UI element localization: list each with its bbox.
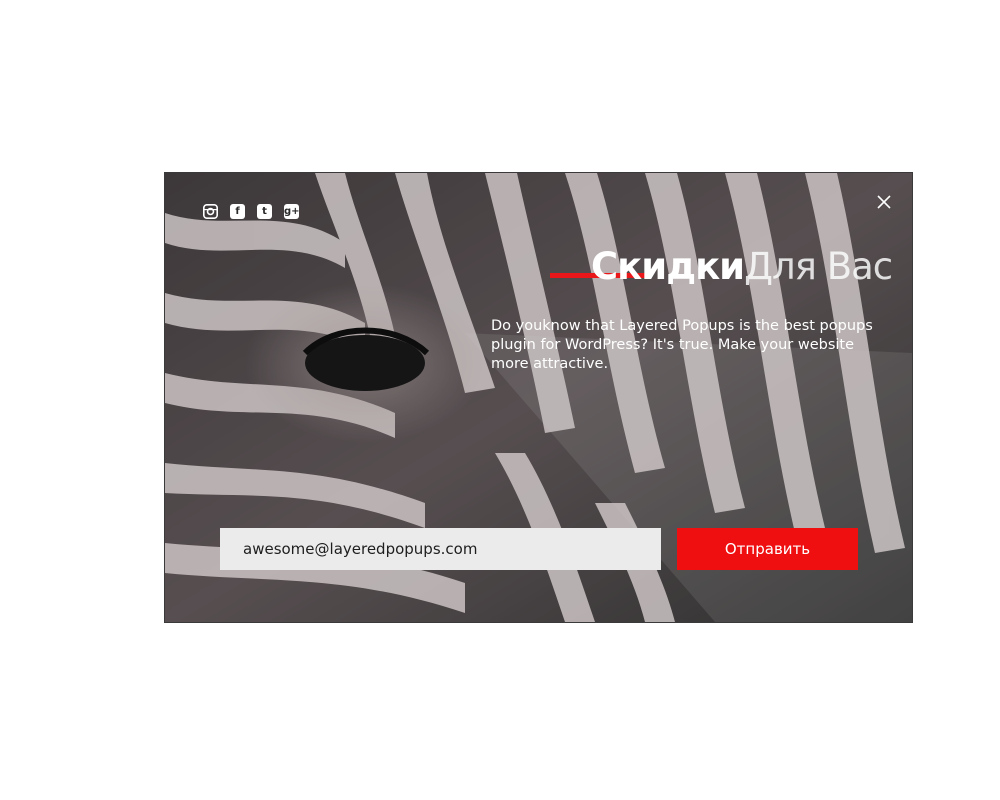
instagram-icon[interactable] (203, 204, 218, 219)
headline-bold-text: Скидки (591, 245, 745, 288)
email-input[interactable] (220, 528, 661, 570)
google-plus-icon[interactable]: g+ (284, 204, 299, 219)
popup-description: Do youknow that Layered Popups is the be… (491, 318, 873, 372)
submit-button[interactable]: Отправить (677, 528, 858, 570)
social-links: f t g+ (203, 204, 299, 219)
headline-light-text: Для Вас (744, 245, 893, 288)
close-icon[interactable] (873, 191, 895, 213)
popup-headline: СкидкиДля Вас (591, 245, 893, 288)
subscribe-popup: f t g+ СкидкиДля Вас Do youknow that Lay… (164, 172, 913, 623)
facebook-icon[interactable]: f (230, 204, 245, 219)
twitter-icon[interactable]: t (257, 204, 272, 219)
